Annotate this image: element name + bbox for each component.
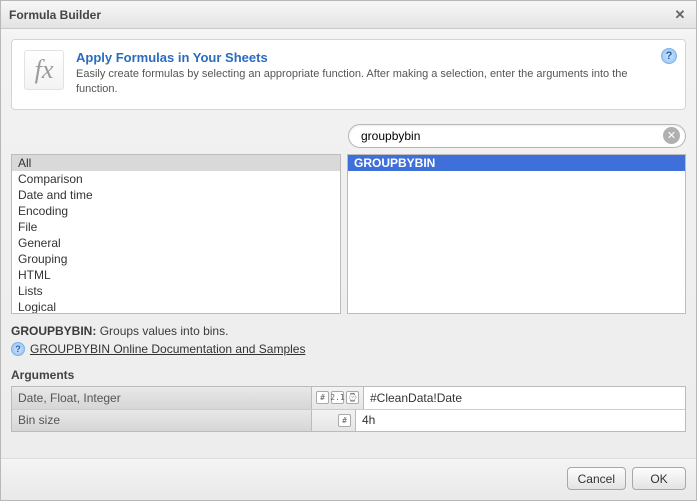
info-panel: fx Apply Formulas in Your Sheets Easily … <box>11 39 686 110</box>
search-row: ✕ <box>11 124 686 148</box>
category-item[interactable]: All <box>12 155 340 171</box>
category-item[interactable]: Grouping <box>12 251 340 267</box>
info-text: Apply Formulas in Your Sheets Easily cre… <box>76 50 636 97</box>
argument-row: Date, Float, Integer#2.1⌚ <box>12 387 685 409</box>
search-input[interactable] <box>348 124 686 148</box>
argument-input[interactable] <box>364 387 685 409</box>
clear-search-icon[interactable]: ✕ <box>663 127 680 144</box>
button-row: Cancel OK <box>1 458 696 500</box>
info-heading: Apply Formulas in Your Sheets <box>76 50 636 65</box>
selected-function-desc: Groups values into bins. <box>100 324 229 338</box>
type-chip-icon: ⌚ <box>346 391 359 404</box>
dialog-content: fx Apply Formulas in Your Sheets Easily … <box>1 29 696 458</box>
category-item[interactable]: File <box>12 219 340 235</box>
argument-label: Bin size <box>12 410 312 431</box>
search-wrap: ✕ <box>348 124 686 148</box>
fx-icon: fx <box>24 50 64 90</box>
lists-row: AllComparisonDate and timeEncodingFileGe… <box>11 154 686 314</box>
function-list[interactable]: GROUPBYBIN <box>347 154 686 314</box>
arguments-label: Arguments <box>11 368 686 382</box>
argument-row: Bin size # <box>12 409 685 431</box>
argument-label: Date, Float, Integer <box>12 387 312 409</box>
documentation-link[interactable]: GROUPBYBIN Online Documentation and Samp… <box>30 342 305 356</box>
argument-type-icons: #2.1⌚ <box>312 387 364 409</box>
argument-input[interactable] <box>356 410 685 431</box>
category-list[interactable]: AllComparisonDate and timeEncodingFileGe… <box>11 154 341 314</box>
dialog-title: Formula Builder <box>9 8 101 22</box>
category-item[interactable]: Date and time <box>12 187 340 203</box>
close-icon[interactable]: ✕ <box>672 7 688 23</box>
category-item[interactable]: Lists <box>12 283 340 299</box>
category-item[interactable]: Encoding <box>12 203 340 219</box>
function-item[interactable]: GROUPBYBIN <box>348 155 685 171</box>
category-item[interactable]: Comparison <box>12 171 340 187</box>
type-chip-icon: # <box>316 391 329 404</box>
formula-builder-dialog: Formula Builder ✕ fx Apply Formulas in Y… <box>0 0 697 501</box>
doc-help-icon[interactable]: ? <box>11 342 25 356</box>
type-chip-icon: # <box>338 414 351 427</box>
info-body: Easily create formulas by selecting an a… <box>76 67 636 97</box>
titlebar: Formula Builder ✕ <box>1 1 696 29</box>
help-icon[interactable]: ? <box>661 48 677 64</box>
category-item[interactable]: HTML <box>12 267 340 283</box>
type-chip-icon: 2.1 <box>331 391 344 404</box>
argument-type-icons: # <box>312 410 356 431</box>
ok-button[interactable]: OK <box>632 467 686 490</box>
category-item[interactable]: Logical <box>12 299 340 313</box>
category-item[interactable]: General <box>12 235 340 251</box>
arguments-table: Date, Float, Integer#2.1⌚Bin size# <box>11 386 686 432</box>
cancel-button[interactable]: Cancel <box>567 467 626 490</box>
selected-function-name: GROUPBYBIN: <box>11 324 96 338</box>
description-block: GROUPBYBIN: Groups values into bins. ? G… <box>11 324 686 356</box>
